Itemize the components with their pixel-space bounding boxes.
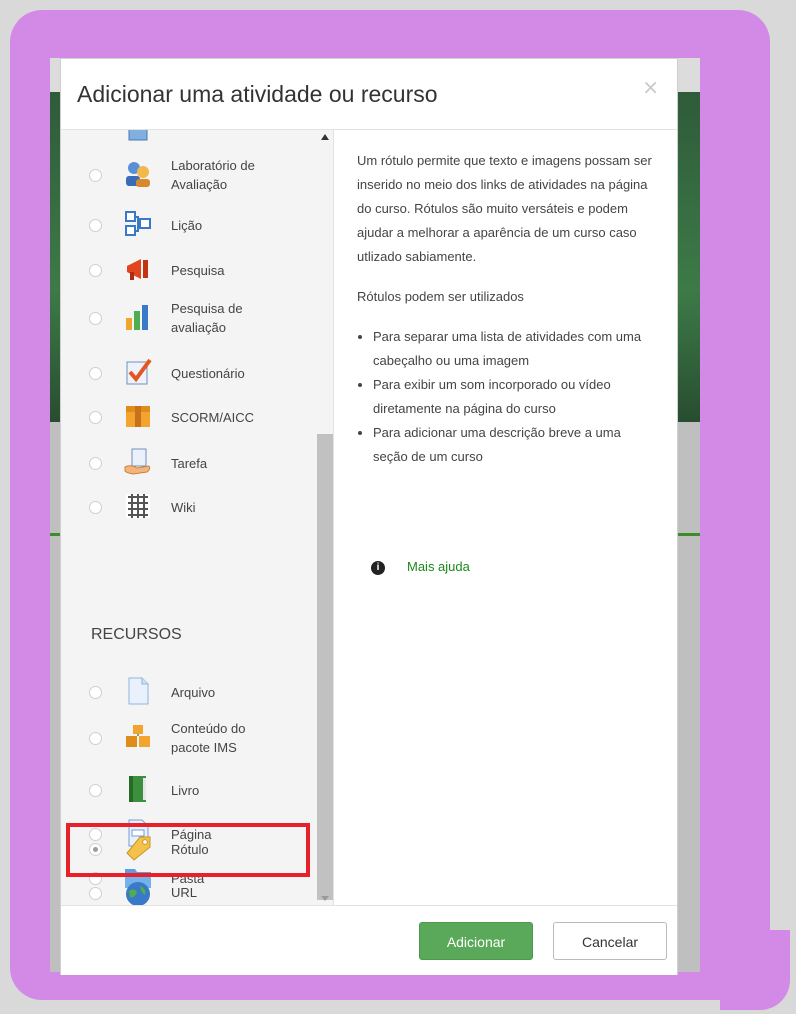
- add-button[interactable]: Adicionar: [419, 922, 533, 960]
- radio-button[interactable]: [89, 686, 102, 699]
- option-label: Conteúdo do pacote IMS: [171, 721, 246, 755]
- radio-button[interactable]: [89, 784, 102, 797]
- help-bullet: Para separar uma lista de atividades com…: [373, 325, 657, 373]
- option-book[interactable]: Livro: [61, 769, 316, 809]
- assignment-hand-icon: [124, 448, 151, 475]
- more-help-link[interactable]: Mais ajuda: [407, 559, 470, 574]
- option-label: Laboratório de Avaliação: [171, 158, 255, 192]
- option-workshop[interactable]: Laboratório de Avaliação: [61, 154, 316, 194]
- options-scrollbar[interactable]: [317, 130, 333, 905]
- option-file[interactable]: Arquivo: [61, 671, 316, 711]
- option-lesson[interactable]: Lição: [61, 204, 316, 244]
- option-label: Questionário: [171, 366, 245, 381]
- option-ims-package[interactable]: Conteúdo do pacote IMS: [61, 717, 316, 757]
- help-panel: Um rótulo permite que texto e imagens po…: [357, 149, 657, 469]
- bar-chart-icon: [126, 305, 148, 330]
- ims-package-icon: [126, 725, 150, 747]
- option-label: Pesquisa: [171, 263, 225, 278]
- scorm-package-icon: [126, 406, 150, 427]
- option-label: Tarefa: [171, 456, 208, 471]
- quiz-checkmark-icon: [126, 358, 152, 385]
- globe-icon: [126, 882, 150, 905]
- dialog-footer: Adicionar Cancelar: [61, 905, 677, 975]
- lesson-icon: [125, 211, 151, 236]
- resources-heading: RECURSOS: [91, 626, 182, 643]
- help-bullet: Para exibir um som incorporado ou vídeo …: [373, 373, 657, 421]
- radio-button[interactable]: [89, 732, 102, 745]
- radio-button[interactable]: [89, 887, 102, 900]
- option-label: Lição: [171, 218, 203, 233]
- option-wiki[interactable]: Wiki: [61, 486, 316, 526]
- help-paragraph-2: Rótulos podem ser utilizados: [357, 289, 524, 304]
- book-icon: [129, 776, 146, 802]
- megaphone-icon: [127, 259, 148, 280]
- option-label: URL: [171, 885, 198, 900]
- scroll-thumb[interactable]: [317, 434, 333, 900]
- cancel-button[interactable]: Cancelar: [553, 922, 667, 960]
- option-label: SCORM/AICC: [171, 410, 255, 425]
- option-url[interactable]: URL: [61, 879, 316, 905]
- radio-button[interactable]: [89, 219, 102, 232]
- decorative-frame-tail: [720, 930, 790, 1010]
- option-label: Pesquisa de avaliação: [171, 301, 243, 335]
- file-icon: [128, 677, 149, 705]
- option-feedback[interactable]: Pesquisa de avaliação: [61, 297, 316, 337]
- help-paragraph-1: Um rótulo permite que texto e imagens po…: [357, 153, 652, 264]
- radio-button[interactable]: [89, 501, 102, 514]
- highlight-box: [66, 823, 310, 877]
- help-bullet-list: Para separar uma lista de atividades com…: [357, 325, 657, 469]
- radio-button[interactable]: [89, 264, 102, 277]
- dialog-header: Adicionar uma atividade ou recurso ×: [61, 59, 677, 130]
- partial-icon: [128, 130, 148, 141]
- option-label: Arquivo: [171, 685, 216, 700]
- radio-button[interactable]: [89, 411, 102, 424]
- options-list[interactable]: Laboratório de Avaliação Lição Pesquisa: [61, 130, 334, 905]
- workshop-icon: [126, 162, 150, 187]
- option-scorm[interactable]: SCORM/AICC: [61, 396, 316, 436]
- radio-button[interactable]: [89, 457, 102, 470]
- info-icon: i: [371, 561, 385, 575]
- option-survey[interactable]: Pesquisa: [61, 249, 316, 289]
- scroll-down-arrow-icon[interactable]: [321, 896, 329, 901]
- radio-button[interactable]: [89, 169, 102, 182]
- option-label: Livro: [171, 783, 200, 798]
- option-assignment[interactable]: Tarefa: [61, 442, 316, 482]
- dialog-title: Adicionar uma atividade ou recurso: [77, 81, 438, 107]
- help-bullet: Para adicionar uma descrição breve a uma…: [373, 421, 657, 469]
- add-activity-dialog: Adicionar uma atividade ou recurso × Lab…: [60, 58, 678, 975]
- option-quiz[interactable]: Questionário: [61, 352, 316, 392]
- close-icon[interactable]: ×: [642, 75, 659, 99]
- wiki-puzzle-icon: [126, 494, 150, 518]
- radio-button[interactable]: [89, 312, 102, 325]
- scroll-up-arrow-icon[interactable]: [321, 134, 329, 140]
- option-label: Wiki: [171, 500, 196, 515]
- radio-button[interactable]: [89, 367, 102, 380]
